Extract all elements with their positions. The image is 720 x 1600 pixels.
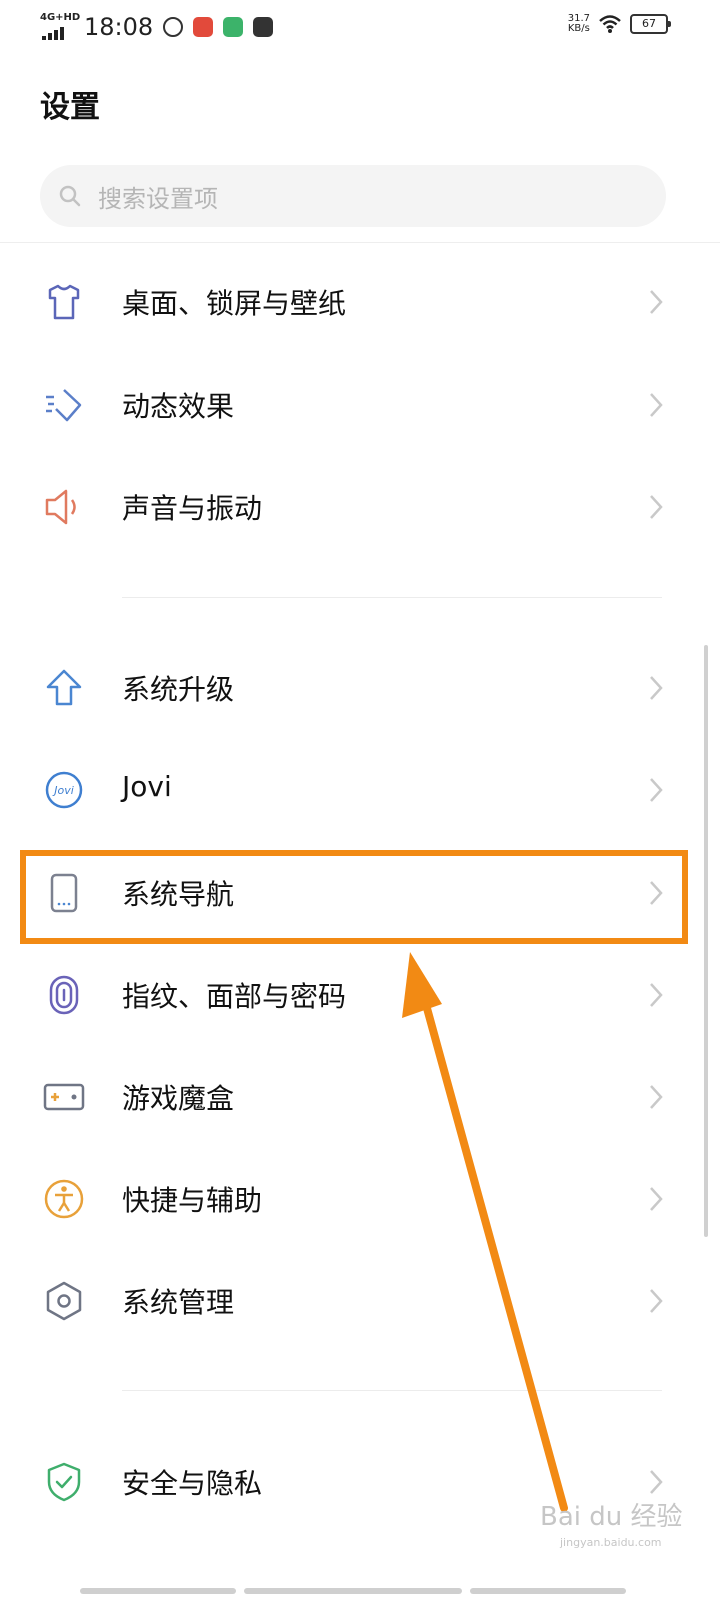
- search-icon: [59, 185, 81, 207]
- settings-item-label: 声音与振动: [122, 492, 263, 525]
- section-divider: [122, 597, 662, 598]
- chevron-right-icon: [650, 495, 663, 519]
- wifi-icon: [599, 15, 621, 33]
- nav-gesture-bar-center[interactable]: [244, 1588, 462, 1594]
- settings-item-shortcuts-accessibility[interactable]: 快捷与辅助: [0, 1149, 720, 1249]
- chevron-right-icon: [650, 778, 663, 802]
- gamepad-icon: [43, 1083, 85, 1111]
- baidu-watermark: Bai du 经验: [540, 1502, 683, 1532]
- settings-item-label: 动态效果: [122, 390, 235, 423]
- settings-item-motion-effects[interactable]: 动态效果: [0, 355, 720, 455]
- cellular-signal-icon: 4G+HD: [40, 12, 80, 42]
- chevron-right-icon: [650, 676, 663, 700]
- chevron-right-icon: [650, 290, 663, 314]
- chevron-right-icon: [650, 393, 663, 417]
- fingerprint-icon: [49, 975, 79, 1015]
- battery-indicator: 67: [630, 14, 671, 34]
- news-app-icon: [193, 17, 214, 37]
- header-divider: [0, 242, 720, 243]
- settings-item-label: 快捷与辅助: [122, 1184, 263, 1217]
- svg-text:Jovi: Jovi: [52, 784, 74, 797]
- chevron-right-icon: [650, 1289, 663, 1313]
- app-notification-icon: [163, 17, 184, 37]
- status-bar: 4G+HD 18:08 31.7 KB/s 67: [0, 0, 720, 56]
- hexagon-settings-icon: [46, 1281, 82, 1321]
- settings-item-label: 系统管理: [122, 1286, 235, 1319]
- settings-item-label: 系统升级: [122, 673, 235, 706]
- settings-item-label: 游戏魔盒: [122, 1082, 235, 1115]
- section-divider: [122, 1390, 662, 1391]
- jovi-icon: Jovi: [45, 771, 83, 809]
- page-title: 设置: [40, 90, 100, 125]
- shield-check-icon: [47, 1462, 81, 1502]
- settings-item-label: 安全与隐私: [122, 1467, 263, 1500]
- highlight-box: [20, 850, 688, 944]
- settings-item-label: 指纹、面部与密码: [122, 980, 347, 1013]
- nav-gesture-bar-right[interactable]: [470, 1588, 626, 1594]
- watermark-url: jingyan.baidu.com: [560, 1536, 662, 1549]
- network-speed: 31.7 KB/s: [567, 13, 590, 34]
- search-placeholder: 搜索设置项: [98, 184, 218, 213]
- chevron-right-icon: [650, 1187, 663, 1211]
- chevron-right-icon: [650, 1085, 663, 1109]
- settings-item-jovi[interactable]: Jovi Jovi: [0, 740, 720, 840]
- green-app-icon: [223, 17, 244, 37]
- upgrade-arrow-icon: [46, 669, 82, 706]
- chevron-right-icon: [650, 983, 663, 1007]
- shopping-bag-icon: [253, 17, 274, 37]
- settings-item-label: 桌面、锁屏与壁纸: [122, 287, 347, 320]
- tshirt-icon: [48, 284, 80, 320]
- settings-item-label: Jovi: [122, 770, 172, 803]
- settings-item-system-management[interactable]: 系统管理: [0, 1251, 720, 1351]
- settings-item-desktop-wallpaper[interactable]: 桌面、锁屏与壁纸: [0, 252, 720, 352]
- scrollbar[interactable]: [704, 645, 708, 1237]
- settings-item-sound-vibration[interactable]: 声音与振动: [0, 457, 720, 557]
- search-input[interactable]: 搜索设置项: [40, 165, 666, 227]
- settings-item-fingerprint-face-password[interactable]: 指纹、面部与密码: [0, 945, 720, 1045]
- chevron-right-icon: [650, 1470, 663, 1494]
- motion-effect-icon: [46, 389, 82, 422]
- network-type: 4G+HD: [40, 12, 81, 23]
- accessibility-icon: [44, 1179, 84, 1219]
- clock: 18:08: [84, 13, 154, 41]
- nav-gesture-bar-left[interactable]: [80, 1588, 236, 1594]
- settings-item-game-box[interactable]: 游戏魔盒: [0, 1047, 720, 1147]
- settings-item-system-upgrade[interactable]: 系统升级: [0, 638, 720, 738]
- speaker-icon: [45, 489, 76, 525]
